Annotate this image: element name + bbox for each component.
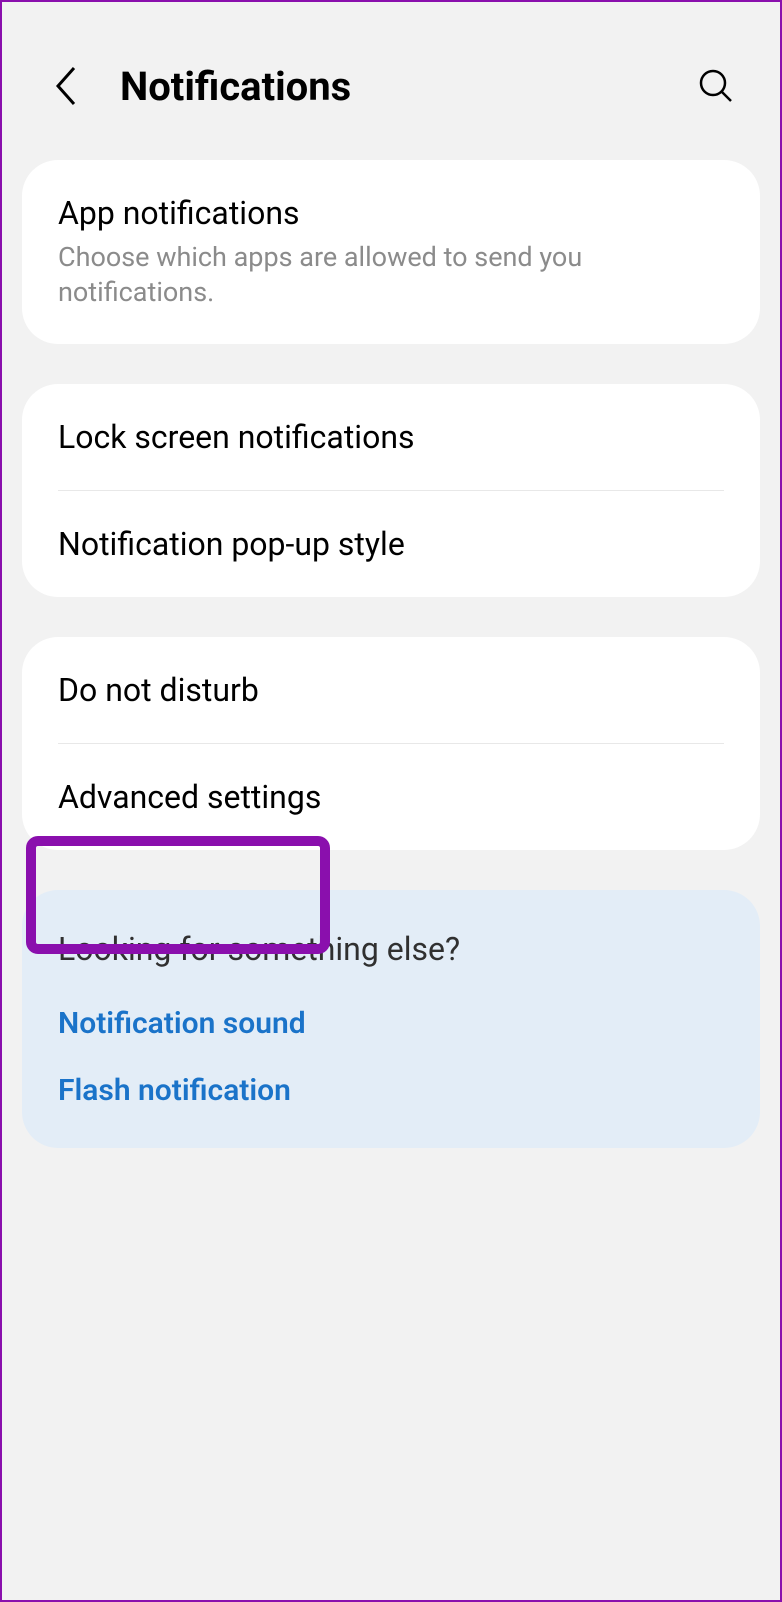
setting-app-notifications[interactable]: App notifications Choose which apps are …: [22, 160, 760, 344]
page-title: Notifications: [120, 63, 692, 110]
card-app-notifications: App notifications Choose which apps are …: [22, 160, 760, 344]
link-flash-notification[interactable]: Flash notification: [58, 1073, 724, 1108]
card-dnd-advanced: Do not disturb Advanced settings: [22, 637, 760, 850]
setting-title: Advanced settings: [58, 778, 724, 816]
back-icon[interactable]: [42, 62, 90, 110]
suggestions-card: Looking for something else? Notification…: [22, 890, 760, 1148]
content: App notifications Choose which apps are …: [2, 160, 780, 1148]
header: Notifications: [2, 2, 780, 160]
setting-advanced-settings[interactable]: Advanced settings: [22, 744, 760, 850]
setting-do-not-disturb[interactable]: Do not disturb: [22, 637, 760, 743]
setting-notification-popup-style[interactable]: Notification pop-up style: [22, 491, 760, 597]
setting-title: Do not disturb: [58, 671, 724, 709]
link-notification-sound[interactable]: Notification sound: [58, 1006, 724, 1041]
card-lock-popup: Lock screen notifications Notification p…: [22, 384, 760, 597]
setting-title: App notifications: [58, 194, 724, 232]
setting-title: Notification pop-up style: [58, 525, 724, 563]
suggestions-title: Looking for something else?: [58, 930, 724, 968]
setting-title: Lock screen notifications: [58, 418, 724, 456]
setting-subtitle: Choose which apps are allowed to send yo…: [58, 240, 724, 310]
search-icon[interactable]: [692, 62, 740, 110]
setting-lock-screen-notifications[interactable]: Lock screen notifications: [22, 384, 760, 490]
